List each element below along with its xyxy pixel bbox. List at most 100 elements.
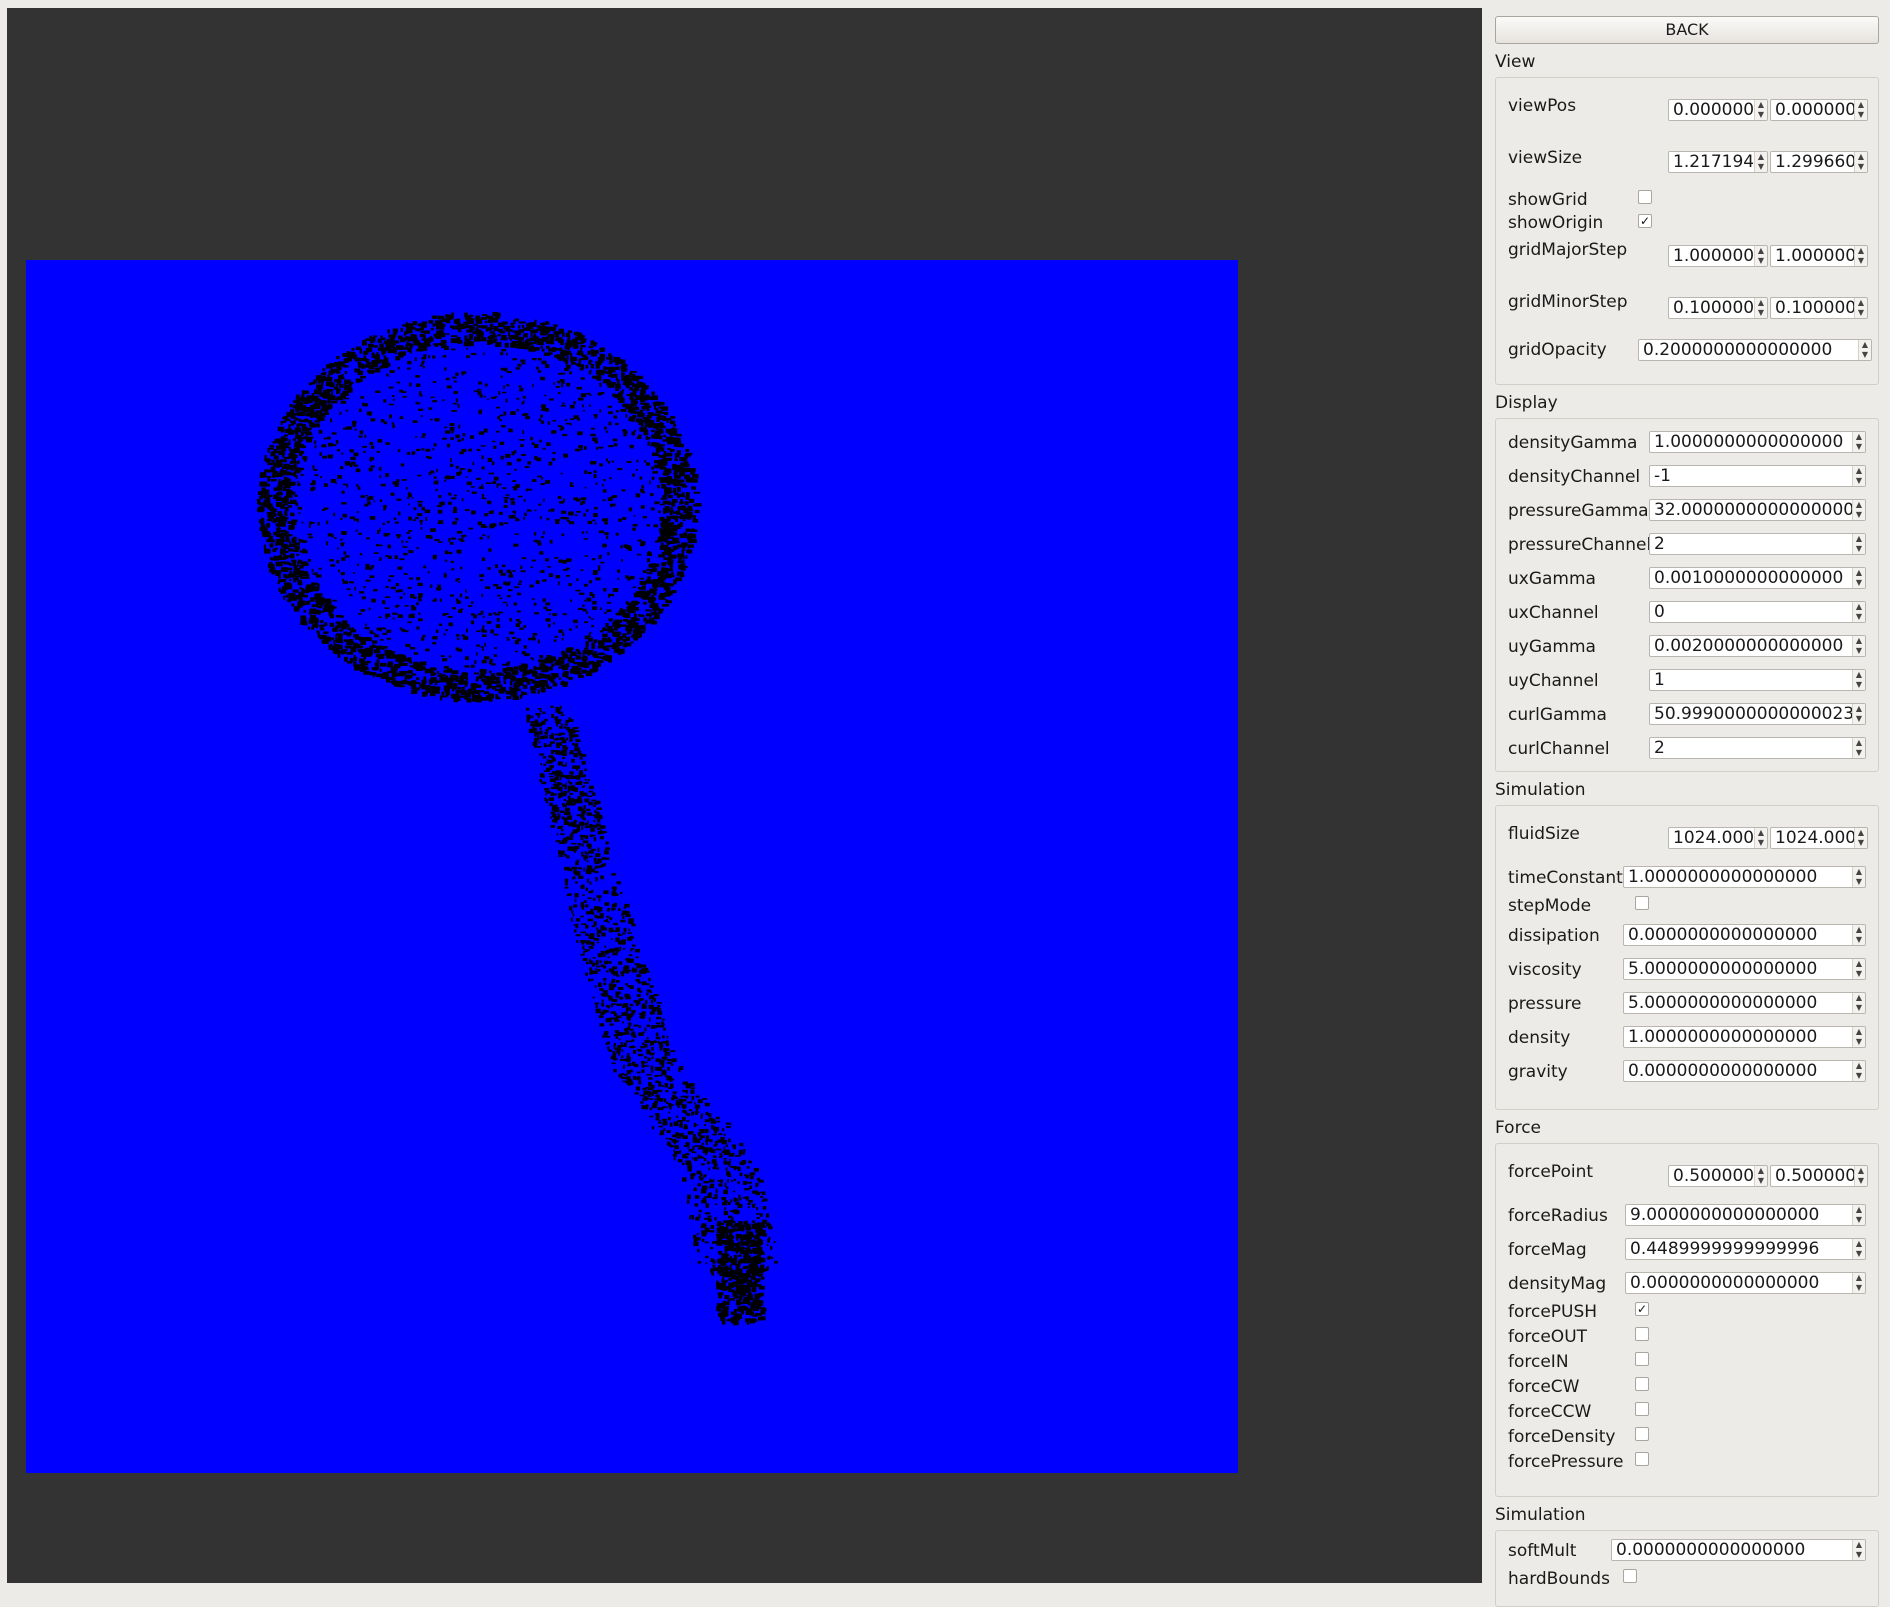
particle bbox=[694, 1157, 698, 1162]
particle bbox=[522, 400, 525, 403]
particle bbox=[628, 1007, 632, 1011]
particle bbox=[593, 570, 598, 574]
particle bbox=[646, 1073, 652, 1076]
particle bbox=[487, 457, 493, 462]
simulation-viewport[interactable] bbox=[7, 8, 1482, 1583]
particle bbox=[420, 327, 424, 331]
particle bbox=[401, 479, 407, 481]
particle bbox=[416, 448, 421, 451]
particle bbox=[396, 381, 401, 384]
particle bbox=[543, 606, 548, 610]
particle bbox=[495, 564, 498, 569]
particle bbox=[546, 768, 552, 770]
particle bbox=[360, 640, 366, 646]
particle bbox=[379, 527, 381, 532]
particle bbox=[444, 476, 448, 480]
particle bbox=[622, 947, 625, 950]
particle bbox=[585, 887, 588, 891]
particle bbox=[565, 774, 571, 780]
particle bbox=[535, 731, 539, 736]
particle bbox=[609, 360, 613, 365]
particle bbox=[281, 448, 287, 452]
particle bbox=[609, 477, 612, 480]
particle bbox=[392, 347, 397, 353]
particle bbox=[275, 533, 279, 537]
fluid-canvas[interactable] bbox=[26, 260, 1238, 1473]
particle bbox=[658, 1084, 662, 1087]
particle bbox=[601, 1003, 604, 1007]
particle bbox=[363, 586, 366, 589]
particle bbox=[578, 445, 583, 448]
particle bbox=[687, 1146, 690, 1149]
particle bbox=[668, 1143, 672, 1146]
particle bbox=[534, 722, 540, 727]
particle bbox=[553, 639, 557, 642]
particle bbox=[622, 389, 625, 392]
particle bbox=[500, 375, 503, 378]
particle bbox=[353, 452, 359, 457]
particle bbox=[600, 825, 606, 829]
particle bbox=[458, 580, 461, 583]
particle bbox=[449, 542, 454, 545]
particle bbox=[639, 577, 644, 580]
particle bbox=[495, 696, 501, 700]
particle bbox=[337, 654, 341, 658]
particle bbox=[269, 544, 272, 548]
particle bbox=[496, 618, 500, 622]
particle bbox=[455, 434, 460, 439]
particle bbox=[657, 1010, 663, 1015]
particle bbox=[686, 1199, 690, 1204]
particle bbox=[564, 886, 569, 889]
particle bbox=[603, 366, 607, 371]
particle bbox=[663, 451, 667, 455]
particle bbox=[704, 1241, 709, 1244]
particle bbox=[680, 574, 685, 578]
particle bbox=[507, 661, 510, 664]
particle bbox=[422, 366, 425, 369]
particle bbox=[455, 372, 459, 376]
particle bbox=[416, 547, 419, 550]
particle bbox=[559, 841, 565, 844]
particle bbox=[569, 371, 572, 375]
particle bbox=[388, 555, 392, 559]
particle bbox=[704, 1102, 710, 1107]
particle bbox=[672, 1154, 677, 1157]
particle bbox=[516, 397, 520, 400]
particle bbox=[503, 675, 508, 680]
particle bbox=[276, 492, 283, 496]
particle bbox=[677, 468, 684, 472]
particle bbox=[597, 982, 602, 987]
particle bbox=[595, 1008, 601, 1014]
particle bbox=[481, 497, 487, 500]
particle bbox=[558, 719, 562, 722]
particle bbox=[265, 459, 271, 463]
particle bbox=[565, 361, 568, 365]
particle bbox=[743, 1148, 746, 1153]
particle bbox=[580, 814, 585, 819]
particle bbox=[513, 543, 519, 547]
particle bbox=[454, 686, 457, 690]
particle bbox=[443, 666, 449, 669]
particle bbox=[389, 414, 392, 419]
particle bbox=[297, 481, 299, 484]
particle bbox=[607, 628, 615, 633]
particle bbox=[600, 347, 605, 352]
particle bbox=[583, 538, 588, 540]
particle bbox=[391, 672, 396, 678]
particle bbox=[432, 400, 438, 403]
particle bbox=[448, 655, 452, 658]
particle bbox=[288, 593, 293, 597]
particle bbox=[458, 609, 463, 613]
particle bbox=[343, 483, 348, 486]
particle bbox=[444, 367, 447, 371]
particle bbox=[616, 974, 620, 977]
particle bbox=[506, 384, 510, 387]
particle bbox=[489, 680, 494, 684]
particle bbox=[680, 1095, 687, 1098]
particle bbox=[468, 449, 470, 452]
particle bbox=[666, 1048, 670, 1052]
particle bbox=[566, 340, 572, 344]
particle bbox=[557, 816, 560, 821]
particle bbox=[670, 1050, 676, 1053]
particle bbox=[490, 673, 496, 676]
